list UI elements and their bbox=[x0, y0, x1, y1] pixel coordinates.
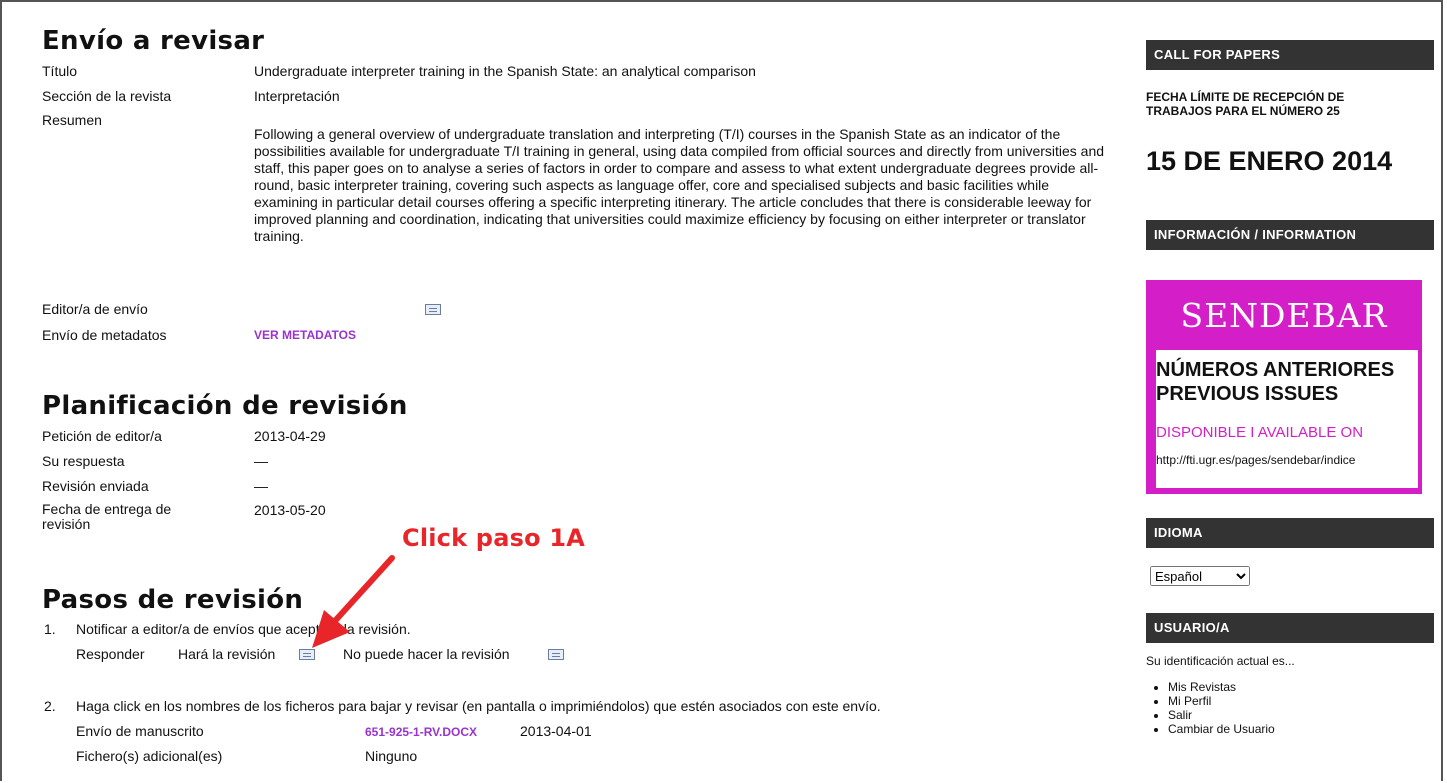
call-date: 15 DE ENERO 2014 bbox=[1146, 146, 1393, 176]
editor-label: Editor/a de envío bbox=[42, 301, 148, 317]
banner-line-1: NÚMEROS ANTERIORES bbox=[1156, 359, 1395, 381]
sendebar-banner[interactable]: SENDEBAR NÚMEROS ANTERIORES PREVIOUS ISS… bbox=[1146, 280, 1422, 494]
usuario-links: Mis Revistas Mi Perfil Salir Cambiar de … bbox=[1146, 680, 1275, 736]
section-heading-pasos: Pasos de revisión bbox=[42, 585, 304, 615]
manuscrito-file-link[interactable]: 651-925-1-RV.DOCX bbox=[365, 725, 477, 739]
call-line-2: TRABAJOS PARA EL NÚMERO 25 bbox=[1146, 104, 1340, 118]
section-heading-planificacion: Planificación de revisión bbox=[42, 391, 408, 421]
revision-enviada-value: — bbox=[254, 478, 268, 494]
hara-revision-label: Hará la revisión bbox=[178, 646, 276, 662]
call-line-1: FECHA LÍMITE DE RECEPCIÓN DE bbox=[1146, 90, 1345, 104]
no-puede-email-icon[interactable] bbox=[548, 649, 564, 660]
call-deadline-text: FECHA LÍMITE DE RECEPCIÓN DE TRABAJOS PA… bbox=[1146, 90, 1344, 118]
titulo-label: Título bbox=[42, 63, 78, 79]
idioma-select[interactable]: Español bbox=[1150, 566, 1250, 586]
idioma-header: IDIOMA bbox=[1146, 518, 1434, 548]
responder-label: Responder bbox=[76, 646, 145, 662]
email-editor-icon[interactable] bbox=[425, 304, 441, 315]
usuario-text: Su identificación actual es... bbox=[1146, 654, 1295, 668]
usuario-header: USUARIO/A bbox=[1146, 613, 1434, 643]
fecha-entrega-value: 2013-05-20 bbox=[254, 502, 326, 518]
titulo-value: Undergraduate interpreter training in th… bbox=[254, 63, 756, 79]
seccion-label: Sección de la revista bbox=[42, 88, 172, 104]
respuesta-label: Su respuesta bbox=[42, 453, 125, 469]
salir-link[interactable]: Salir bbox=[1168, 708, 1275, 722]
adicional-value: Ninguno bbox=[365, 748, 418, 764]
banner-line-2: PREVIOUS ISSUES bbox=[1156, 383, 1339, 405]
resumen-label: Resumen bbox=[42, 112, 102, 128]
banner-title: SENDEBAR bbox=[1180, 296, 1388, 335]
ver-metadatos-link[interactable]: VER METADATOS bbox=[254, 328, 356, 342]
manuscrito-label: Envío de manuscrito bbox=[76, 723, 204, 739]
annotation-arrow-icon bbox=[312, 555, 395, 648]
step1-number: 1. bbox=[44, 621, 56, 637]
step2-number: 2. bbox=[44, 698, 56, 714]
banner-available-text: DISPONIBLE I AVAILABLE ON bbox=[1156, 424, 1364, 441]
banner-box: NÚMEROS ANTERIORES PREVIOUS ISSUES DISPO… bbox=[1156, 350, 1418, 488]
cambiar-usuario-link[interactable]: Cambiar de Usuario bbox=[1168, 722, 1275, 736]
annotation-label: Click paso 1A bbox=[402, 524, 585, 552]
adicional-label: Fichero(s) adicional(es) bbox=[76, 748, 223, 764]
revision-enviada-label: Revisión enviada bbox=[42, 478, 149, 494]
banner-issues-text: NÚMEROS ANTERIORES PREVIOUS ISSUES bbox=[1156, 358, 1394, 406]
peticion-label: Petición de editor/a bbox=[42, 428, 162, 444]
seccion-value: Interpretación bbox=[254, 88, 340, 104]
metadatos-label: Envío de metadatos bbox=[42, 327, 167, 343]
section-heading-envio: Envío a revisar bbox=[42, 26, 265, 56]
call-for-papers-header: CALL FOR PAPERS bbox=[1146, 40, 1434, 70]
informacion-header: INFORMACIÓN / INFORMATION bbox=[1146, 220, 1434, 250]
resumen-value: Following a general overview of undergra… bbox=[254, 126, 1105, 244]
step2-text: Haga click en los nombres de los fichero… bbox=[76, 698, 881, 714]
respuesta-value: — bbox=[254, 453, 268, 469]
mi-perfil-link[interactable]: Mi Perfil bbox=[1168, 694, 1275, 708]
peticion-value: 2013-04-29 bbox=[254, 428, 326, 444]
mis-revistas-link[interactable]: Mis Revistas bbox=[1168, 680, 1275, 694]
manuscrito-date: 2013-04-01 bbox=[520, 723, 592, 739]
banner-url[interactable]: http://fti.ugr.es/pages/sendebar/indice bbox=[1156, 453, 1355, 467]
fecha-entrega-label: Fecha de entrega de revisión bbox=[42, 501, 172, 532]
